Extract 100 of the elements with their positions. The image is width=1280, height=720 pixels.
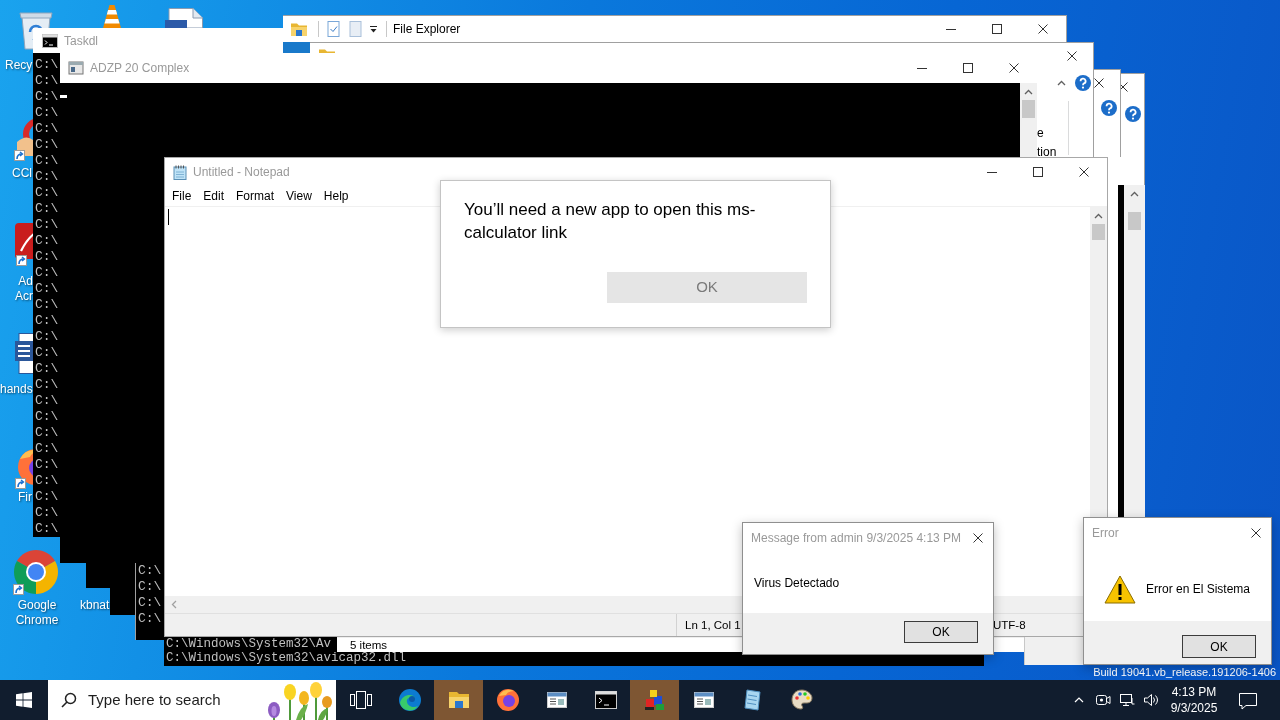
window-icon bbox=[68, 60, 84, 76]
help-icon[interactable] bbox=[1125, 106, 1141, 122]
text-document-icon[interactable] bbox=[15, 333, 33, 375]
console-line: C:\ bbox=[35, 185, 59, 201]
window-title: ADZP 20 Complex bbox=[90, 60, 190, 76]
console-line: C:\ bbox=[138, 595, 162, 611]
scrollbar-thumb[interactable] bbox=[1092, 224, 1105, 240]
status-text: Ln 1, Col 1 bbox=[685, 617, 741, 633]
console-line: C:\ bbox=[35, 345, 59, 361]
warning-icon bbox=[1104, 573, 1136, 604]
console-line: C:\ bbox=[138, 611, 162, 627]
window-title: Untitled - Notepad bbox=[193, 164, 290, 180]
scrollbar-thumb[interactable] bbox=[1128, 212, 1141, 230]
notepad-icon bbox=[172, 164, 188, 180]
folder-icon bbox=[290, 21, 308, 37]
dropdown-icon[interactable] bbox=[369, 24, 378, 34]
console-line: C:\ bbox=[35, 361, 59, 377]
status-text: 5 items bbox=[349, 638, 388, 652]
ribbon-label[interactable]: tion bbox=[1037, 146, 1057, 158]
window-title: Message from admin 9/3/2025 4:13 PM bbox=[751, 530, 962, 546]
close-icon[interactable] bbox=[1067, 51, 1077, 61]
start-icon[interactable] bbox=[16, 692, 32, 708]
console-line: C:\ bbox=[35, 393, 59, 409]
menu-item[interactable]: File bbox=[166, 186, 198, 206]
network-icon[interactable] bbox=[1119, 692, 1135, 708]
console-line: C:\ bbox=[35, 217, 59, 233]
console-line: C:\ bbox=[35, 313, 59, 329]
traffic-cone-icon[interactable] bbox=[103, 5, 121, 28]
document-tile-icon[interactable] bbox=[15, 223, 33, 267]
close-icon[interactable] bbox=[1038, 24, 1048, 34]
maximize-icon[interactable] bbox=[1033, 167, 1043, 177]
close-icon[interactable] bbox=[1079, 167, 1089, 177]
scrollbar-thumb[interactable] bbox=[1022, 100, 1035, 118]
maximize-icon[interactable] bbox=[992, 24, 1002, 34]
console-line: C:\Windows\System32\avicap32.dll bbox=[166, 651, 407, 665]
globe-icon[interactable] bbox=[495, 688, 520, 712]
close-icon[interactable] bbox=[1094, 78, 1104, 88]
console-line: C:\ bbox=[35, 249, 59, 265]
help-icon[interactable] bbox=[1075, 75, 1091, 91]
help-icon[interactable] bbox=[1101, 100, 1117, 116]
console-line: C:\ bbox=[35, 153, 59, 169]
document-icon[interactable] bbox=[165, 8, 203, 28]
console-line: C:\ bbox=[138, 563, 162, 579]
console-line: C:\ bbox=[35, 201, 59, 217]
search-icon bbox=[61, 692, 77, 708]
ok-button[interactable]: OK bbox=[1182, 635, 1256, 658]
close-icon[interactable] bbox=[1009, 63, 1019, 73]
volume-icon[interactable] bbox=[1143, 692, 1159, 708]
clock-date[interactable]: 9/3/2025 bbox=[1170, 700, 1218, 716]
console-line: C:\ bbox=[35, 377, 59, 393]
camera-icon[interactable] bbox=[1095, 692, 1111, 708]
dialog-message: You’ll need a new app to open this ms-calculator link bbox=[464, 199, 757, 244]
ribbon-label[interactable]: e bbox=[1037, 127, 1044, 139]
menu-item[interactable]: Format bbox=[230, 186, 281, 206]
chevron-up-icon[interactable] bbox=[1056, 80, 1066, 86]
console-line: C:\ bbox=[35, 105, 59, 121]
search-box[interactable]: Type here to search bbox=[48, 680, 336, 720]
maximize-icon[interactable] bbox=[963, 63, 973, 73]
console-line: C:\ bbox=[35, 73, 59, 89]
window-title: Error bbox=[1092, 525, 1119, 541]
console-line: C:\ bbox=[35, 489, 59, 505]
ok-button[interactable]: OK bbox=[904, 621, 978, 643]
console-line: C:\ bbox=[35, 409, 59, 425]
text-cursor-icon bbox=[168, 209, 169, 225]
status-text: UTF-8 bbox=[993, 617, 1026, 633]
console-line: C:\ bbox=[35, 265, 59, 281]
console-line: C:\ bbox=[35, 169, 59, 185]
console-line: C:\ bbox=[35, 457, 59, 473]
console-line: C:\ bbox=[35, 89, 59, 105]
notification-icon[interactable] bbox=[1237, 690, 1258, 710]
close-icon[interactable] bbox=[1251, 528, 1261, 538]
console-line: C:\ bbox=[35, 425, 59, 441]
build-text: Build 19041.vb_release.191206-1406 bbox=[1093, 666, 1276, 679]
console-line: C:\ bbox=[35, 521, 59, 537]
terminal-icon bbox=[42, 32, 58, 49]
browser-icon[interactable] bbox=[397, 688, 422, 712]
menu-item[interactable]: Help bbox=[317, 186, 355, 206]
window-title: Taskdl bbox=[64, 32, 98, 49]
close-icon[interactable] bbox=[973, 533, 983, 543]
console-line: C:\ bbox=[35, 441, 59, 457]
console-line: C:\ bbox=[35, 297, 59, 313]
search-field[interactable]: Type here to search bbox=[88, 690, 256, 710]
console-line: C:\ bbox=[35, 137, 59, 153]
browser-icon[interactable] bbox=[12, 548, 60, 596]
console-line: C:\ bbox=[35, 233, 59, 249]
menu-item[interactable]: View bbox=[280, 186, 318, 206]
terminal-icon[interactable] bbox=[593, 688, 618, 712]
console-line: C:\ bbox=[35, 473, 59, 489]
console-line: C:\ bbox=[35, 329, 59, 345]
text-cursor-icon bbox=[60, 95, 67, 98]
console-line: C:\ bbox=[138, 579, 162, 595]
console-line: C:\ bbox=[35, 281, 59, 297]
message-text: Virus Detectado bbox=[754, 576, 840, 592]
clock-time[interactable]: 4:13 PM bbox=[1171, 684, 1217, 700]
palette-icon[interactable] bbox=[789, 688, 814, 712]
blocks-icon[interactable] bbox=[642, 688, 667, 712]
checked-page-icon[interactable] bbox=[327, 21, 340, 37]
task-view-icon[interactable] bbox=[349, 691, 372, 709]
message-text: Error en El Sistema bbox=[1146, 581, 1251, 596]
menu-item[interactable]: Edit bbox=[197, 186, 231, 206]
